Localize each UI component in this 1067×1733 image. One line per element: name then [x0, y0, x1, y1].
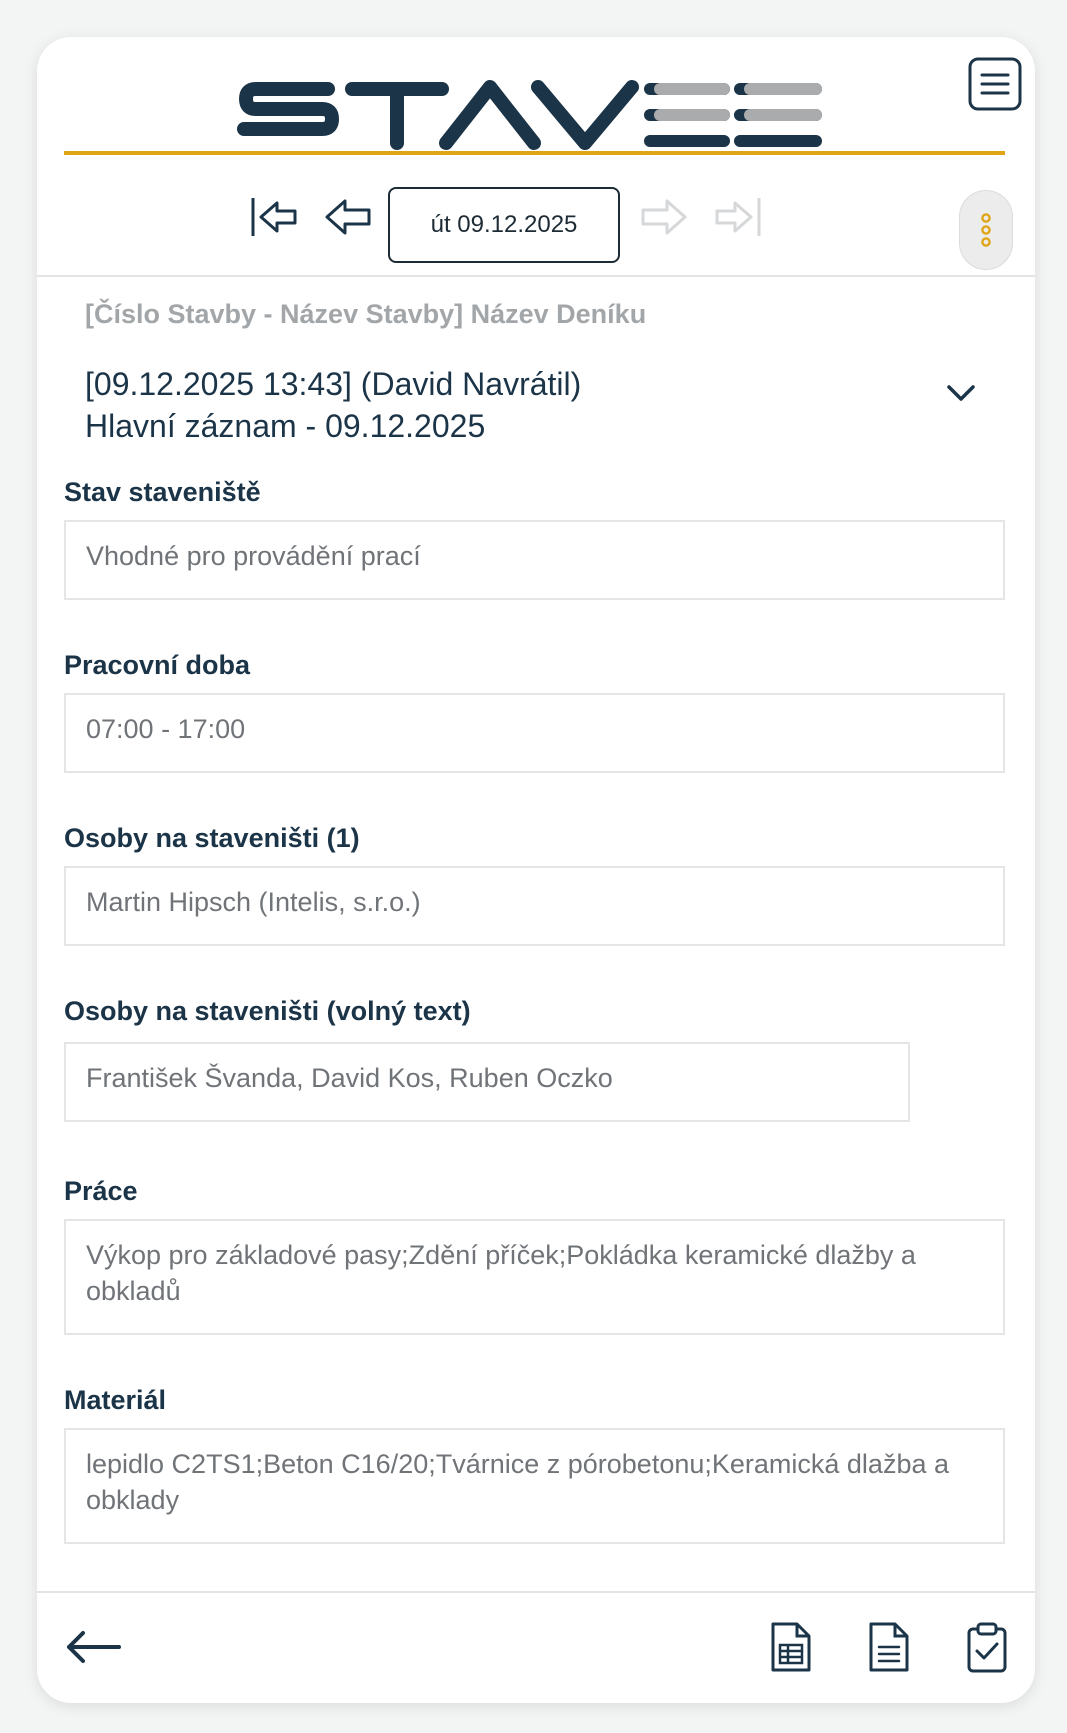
entry-header[interactable]: [09.12.2025 13:43] (David Navrátil) Hlav… — [85, 363, 965, 447]
spreadsheet-document-icon — [771, 1622, 811, 1672]
entry-timestamp-author: [09.12.2025 13:43] (David Navrátil) — [85, 366, 582, 402]
more-options-button[interactable] — [959, 190, 1013, 270]
persons-free-field[interactable]: František Švanda, David Kos, Ruben Oczko — [64, 1042, 910, 1122]
hamburger-menu-button[interactable] — [953, 55, 1035, 113]
first-page-arrow-icon — [251, 198, 297, 236]
clipboard-check-button[interactable] — [961, 1619, 1013, 1675]
persons-field[interactable]: Martin Hipsch (Intelis, s.r.o.) — [64, 866, 1005, 946]
prev-arrow-icon — [325, 199, 371, 235]
text-document-icon — [869, 1622, 909, 1672]
material-label: Materiál — [64, 1385, 167, 1415]
kebab-menu-icon — [981, 213, 991, 247]
hamburger-menu-icon — [968, 57, 1022, 111]
diary-name: [Číslo Stavby - Název Stavby] Název Dení… — [85, 299, 647, 329]
back-button[interactable] — [63, 1619, 123, 1675]
last-page-arrow-icon — [715, 198, 761, 236]
site-state-field[interactable]: Vhodné pro provádění prací — [64, 520, 1005, 600]
text-document-button[interactable] — [863, 1619, 915, 1675]
chevron-down-icon[interactable] — [941, 373, 981, 413]
next-day-button[interactable] — [635, 189, 691, 245]
working-hours-field[interactable]: 07:00 - 17:00 — [64, 693, 1005, 773]
app-card: út 09.12.2025 [Číslo Stavby - Název Stav… — [37, 37, 1035, 1703]
spreadsheet-export-button[interactable] — [765, 1619, 817, 1675]
persons-free-label: Osoby na staveništi (volný text) — [64, 996, 471, 1026]
site-state-label: Stav staveniště — [64, 477, 261, 507]
first-day-button[interactable] — [247, 189, 303, 245]
persons-label: Osoby na staveništi (1) — [64, 823, 360, 853]
last-day-button[interactable] — [709, 189, 765, 245]
entry-title: Hlavní záznam - 09.12.2025 — [85, 408, 486, 444]
header-accent-line — [64, 151, 1005, 155]
footer-divider — [37, 1591, 1035, 1593]
header-divider — [37, 275, 1035, 277]
work-field[interactable]: Výkop pro základové pasy;Zdění příček;Po… — [64, 1219, 1005, 1335]
back-arrow-icon — [67, 1631, 121, 1663]
material-field[interactable]: lepidlo C2TS1;Beton C16/20;Tvárnice z pó… — [64, 1428, 1005, 1544]
date-label: út 09.12.2025 — [430, 211, 578, 238]
date-navigation: út 09.12.2025 — [37, 167, 1035, 270]
work-label: Práce — [64, 1176, 138, 1206]
date-selector[interactable]: út 09.12.2025 — [388, 187, 620, 263]
header: út 09.12.2025 — [37, 37, 1035, 277]
clipboard-check-icon — [967, 1622, 1007, 1673]
next-arrow-icon — [641, 199, 687, 235]
prev-day-button[interactable] — [321, 189, 377, 245]
working-hours-label: Pracovní doba — [64, 650, 251, 680]
